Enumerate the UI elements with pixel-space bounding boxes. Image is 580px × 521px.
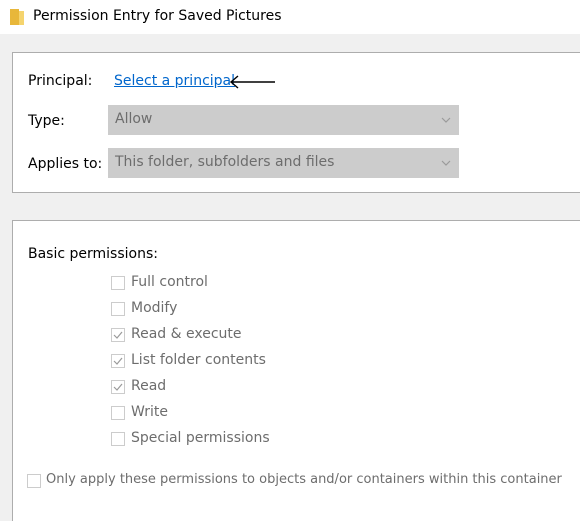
basic-permissions-heading: Basic permissions:	[28, 246, 158, 262]
applies-to-label: Applies to:	[28, 156, 103, 172]
checkbox[interactable]	[111, 406, 125, 420]
checkbox[interactable]	[111, 328, 125, 342]
checkbox[interactable]	[111, 432, 125, 446]
applies-to-dropdown-value: This folder, subfolders and files	[115, 154, 335, 170]
permission-label: Modify	[131, 300, 178, 316]
checkmark-icon	[113, 357, 123, 365]
principal-label: Principal:	[28, 73, 93, 89]
permission-label: Special permissions	[131, 430, 270, 446]
permission-label: Read	[131, 378, 167, 394]
chevron-down-icon	[441, 117, 451, 123]
arrow-left-icon	[229, 75, 275, 89]
permissions-group: Basic permissions: Full control Modify R…	[12, 220, 580, 521]
checkbox[interactable]	[27, 474, 41, 488]
select-principal-link[interactable]: Select a principal	[114, 73, 235, 89]
permission-label: Read & execute	[131, 326, 242, 342]
checkbox[interactable]	[111, 302, 125, 316]
type-label: Type:	[28, 113, 65, 129]
folder-icon	[10, 9, 24, 25]
permission-label: Full control	[131, 274, 208, 290]
chevron-down-icon	[441, 160, 451, 166]
window-title: Permission Entry for Saved Pictures	[33, 8, 282, 24]
title-bar: Permission Entry for Saved Pictures	[0, 0, 580, 34]
checkbox[interactable]	[111, 276, 125, 290]
applies-to-dropdown[interactable]: This folder, subfolders and files	[108, 148, 459, 178]
only-apply-label: Only apply these permissions to objects …	[46, 472, 562, 487]
type-dropdown[interactable]: Allow	[108, 105, 459, 135]
checkmark-icon	[113, 383, 123, 391]
checkmark-icon	[113, 331, 123, 339]
permission-label: Write	[131, 404, 168, 420]
type-dropdown-value: Allow	[115, 111, 153, 127]
checkbox[interactable]	[111, 354, 125, 368]
principal-group: Principal: Select a principal Type: Allo…	[12, 52, 580, 193]
permission-label: List folder contents	[131, 352, 266, 368]
checkbox[interactable]	[111, 380, 125, 394]
